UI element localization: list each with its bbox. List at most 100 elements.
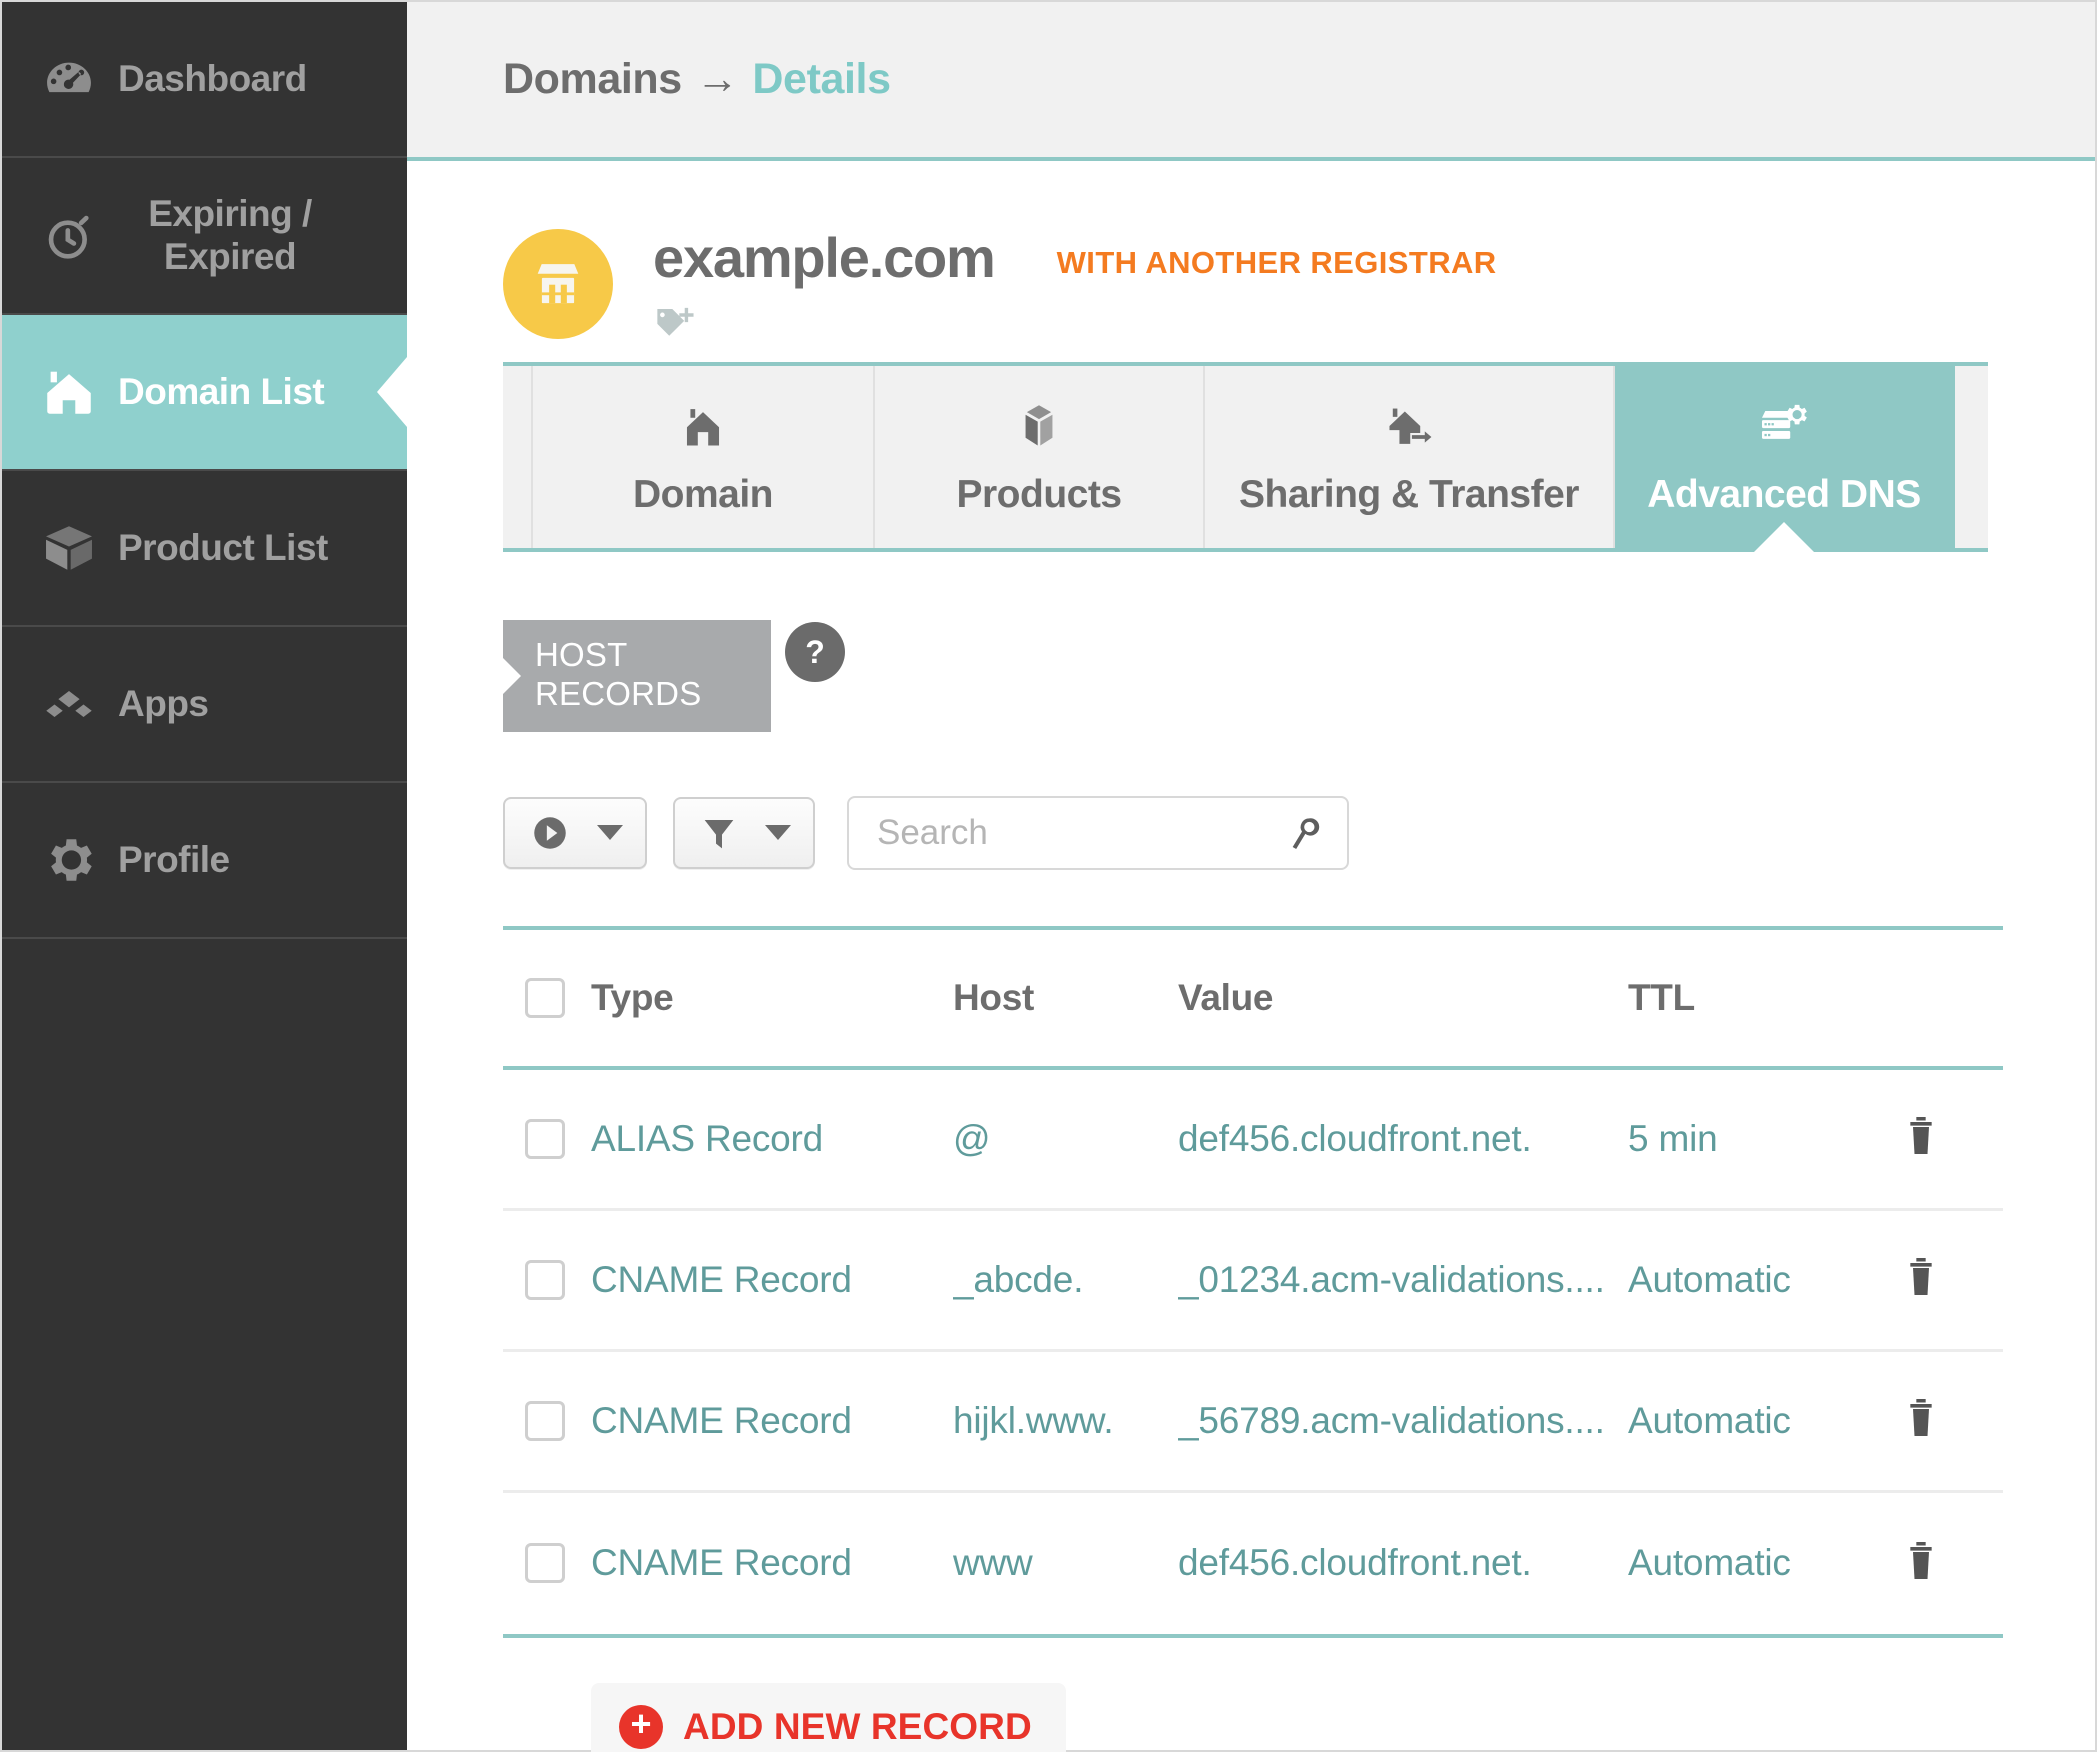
storefront-icon — [503, 229, 613, 339]
tab-label: Products — [956, 473, 1122, 516]
column-header-host: Host — [953, 976, 1035, 1018]
sidebar: Dashboard Expiring / Expired Domain List… — [2, 2, 407, 1750]
tab-sharing-transfer[interactable]: Sharing & Transfer — [1205, 366, 1615, 548]
sidebar-item-product-list[interactable]: Product List — [2, 471, 407, 627]
host-records-table: Type Host Value TTL ALIAS Record @ def45… — [503, 925, 2003, 1634]
tab-label: Domain — [632, 473, 774, 516]
breadcrumb-separator-icon: → — [695, 55, 739, 103]
cell-ttl: Automatic — [1628, 1258, 1791, 1300]
tab-bar: Domain Products Sharing & Transfer Advan… — [503, 362, 1988, 552]
sidebar-item-dashboard[interactable]: Dashboard — [2, 2, 407, 158]
active-indicator-notch — [377, 357, 407, 427]
server-gear-icon — [1757, 397, 1811, 455]
row-checkbox[interactable] — [525, 1543, 565, 1584]
cell-type: CNAME Record — [591, 1542, 852, 1584]
host-records-ribbon: HOST RECORDS — [503, 620, 771, 732]
trash-icon[interactable] — [1901, 1255, 1941, 1304]
sidebar-item-profile[interactable]: Profile — [2, 783, 407, 939]
column-header-value: Value — [1178, 976, 1274, 1018]
plus-circle-icon: + — [619, 1704, 663, 1749]
table-header-row: Type Host Value TTL — [503, 930, 2003, 1070]
sidebar-item-expiring-expired[interactable]: Expiring / Expired — [2, 158, 407, 315]
trash-icon[interactable] — [1901, 1114, 1941, 1163]
bulk-action-dropdown-button[interactable] — [503, 796, 647, 869]
ribbon-line1: HOST — [535, 636, 628, 673]
row-actions-cell — [1898, 1114, 2003, 1163]
search-field-wrapper[interactable] — [847, 795, 1349, 870]
tab-products[interactable]: Products — [875, 366, 1205, 548]
row-actions-cell — [1898, 1255, 2003, 1304]
tab-label: Sharing & Transfer — [1239, 473, 1579, 516]
search-icon[interactable] — [1285, 813, 1325, 853]
tag-plus-icon[interactable] — [653, 305, 697, 346]
box-icon — [30, 519, 108, 577]
filter-dropdown-button[interactable] — [673, 796, 815, 869]
cell-ttl: 5 min — [1628, 1117, 1718, 1159]
page-title: example.com — [653, 226, 996, 289]
sidebar-item-label-line1: Expiring / — [148, 192, 312, 234]
row-checkbox[interactable] — [525, 1259, 565, 1300]
cell-host: @ — [953, 1117, 991, 1159]
row-select-cell — [503, 1543, 591, 1584]
row-select-cell — [503, 1259, 591, 1300]
sidebar-item-label: Profile — [118, 838, 230, 880]
top-bar: Domains → Details — [407, 2, 2095, 161]
row-checkbox[interactable] — [525, 1400, 565, 1441]
funnel-icon — [699, 812, 739, 854]
select-all-cell — [503, 977, 591, 1018]
trash-icon[interactable] — [1901, 1396, 1941, 1445]
registrar-status-badge: WITH ANOTHER REGISTRAR — [1056, 245, 1497, 280]
sidebar-item-label: Apps — [118, 682, 209, 724]
add-new-record-button[interactable]: + ADD NEW RECORD — [591, 1682, 1066, 1752]
cell-value: def456.cloudfront.net. — [1178, 1117, 1532, 1159]
table-row[interactable]: CNAME Record www def456.cloudfront.net. … — [503, 1493, 2003, 1634]
sidebar-item-label: Expiring / Expired — [108, 193, 407, 278]
box-icon — [1013, 397, 1065, 455]
cell-value: _56789.acm-validations.... — [1178, 1399, 1605, 1441]
trash-icon[interactable] — [1901, 1539, 1941, 1588]
tab-domain[interactable]: Domain — [531, 366, 875, 548]
breadcrumb: Domains → Details — [503, 55, 891, 104]
gauge-icon — [30, 51, 108, 107]
cell-ttl: Automatic — [1628, 1542, 1791, 1584]
diamonds-icon — [30, 675, 108, 733]
column-header-type: Type — [591, 976, 674, 1018]
table-row[interactable]: ALIAS Record @ def456.cloudfront.net. 5 … — [503, 1070, 2003, 1211]
breadcrumb-root[interactable]: Domains — [503, 55, 682, 103]
section-header: HOST RECORDS ? — [503, 620, 2095, 732]
sidebar-item-label: Product List — [118, 526, 328, 568]
tab-advanced-dns[interactable]: Advanced DNS — [1615, 366, 1955, 552]
select-all-checkbox[interactable] — [525, 977, 565, 1018]
ribbon-line2: RECORDS — [535, 674, 702, 712]
search-input[interactable] — [877, 812, 1285, 853]
sidebar-item-label: Dashboard — [118, 57, 307, 99]
cell-host: www — [953, 1542, 1033, 1584]
play-circle-icon — [529, 812, 571, 854]
domain-title-block: example.com WITH ANOTHER REGISTRAR — [613, 223, 1497, 346]
records-toolbar — [503, 795, 2095, 870]
cell-type: CNAME Record — [591, 1399, 852, 1441]
cell-type: CNAME Record — [591, 1258, 852, 1300]
house-icon — [30, 363, 108, 421]
table-footer: + ADD NEW RECORD — [503, 1633, 2003, 1752]
sidebar-item-apps[interactable]: Apps — [2, 627, 407, 783]
row-actions-cell — [1898, 1539, 2003, 1588]
main-content: Domains → Details example.com WITH ANOTH… — [407, 2, 2095, 1752]
cell-value: def456.cloudfront.net. — [1178, 1542, 1532, 1584]
breadcrumb-current: Details — [752, 55, 891, 103]
house-arrow-icon — [1382, 397, 1436, 455]
table-row[interactable]: CNAME Record _abcde. _01234.acm-validati… — [503, 1211, 2003, 1352]
row-select-cell — [503, 1400, 591, 1441]
domain-header: example.com WITH ANOTHER REGISTRAR — [503, 161, 2095, 346]
chevron-down-icon — [597, 825, 623, 841]
sidebar-item-label-line2: Expired — [163, 235, 297, 277]
cell-type: ALIAS Record — [591, 1117, 824, 1159]
help-icon[interactable]: ? — [785, 622, 845, 682]
cell-ttl: Automatic — [1628, 1399, 1791, 1441]
house-icon — [677, 397, 729, 455]
sidebar-item-domain-list[interactable]: Domain List — [2, 315, 407, 471]
row-select-cell — [503, 1118, 591, 1159]
row-checkbox[interactable] — [525, 1118, 565, 1159]
content-area: example.com WITH ANOTHER REGISTRAR Domai… — [407, 161, 2095, 1752]
table-row[interactable]: CNAME Record hijkl.www. _56789.acm-valid… — [503, 1352, 2003, 1493]
